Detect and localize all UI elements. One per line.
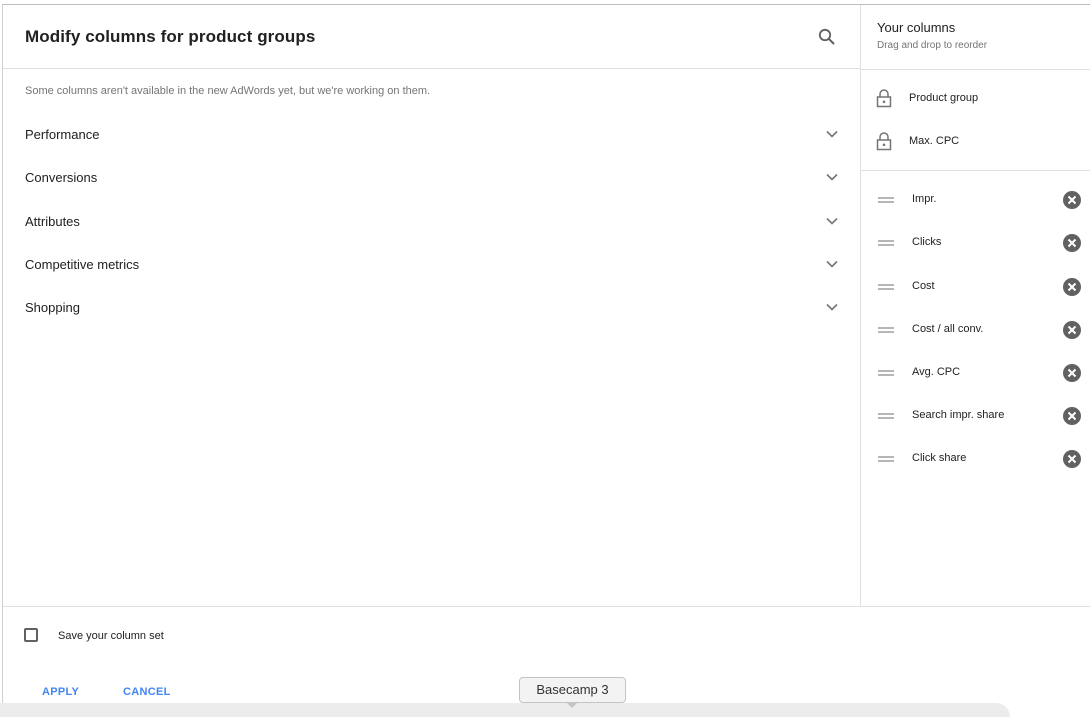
lock-icon bbox=[876, 89, 892, 108]
column-label: Clicks bbox=[912, 236, 942, 248]
divider bbox=[861, 69, 1090, 70]
category-competitive-metrics[interactable]: Competitive metrics bbox=[25, 254, 840, 278]
your-columns-panel: Your columns Drag and drop to reorder Pr… bbox=[860, 5, 1090, 606]
category-label: Conversions bbox=[25, 170, 98, 185]
chevron-down-icon bbox=[826, 303, 838, 311]
modify-columns-dialog: Modify columns for product groups Some c… bbox=[2, 4, 1090, 717]
dock-bar bbox=[0, 703, 1010, 717]
chevron-down-icon bbox=[826, 260, 838, 268]
drag-handle-icon[interactable] bbox=[877, 452, 895, 466]
chevron-down-icon bbox=[826, 217, 838, 225]
apply-button[interactable]: APPLY bbox=[42, 686, 79, 698]
remove-circle-icon[interactable] bbox=[1062, 363, 1082, 383]
cancel-button[interactable]: CANCEL bbox=[123, 686, 171, 698]
dialog-header: Modify columns for product groups bbox=[3, 5, 860, 69]
category-shopping[interactable]: Shopping bbox=[25, 297, 840, 321]
remove-circle-icon[interactable] bbox=[1062, 190, 1082, 210]
your-columns-subtitle: Drag and drop to reorder bbox=[877, 40, 988, 51]
remove-circle-icon[interactable] bbox=[1062, 406, 1082, 426]
drag-handle-icon[interactable] bbox=[877, 236, 895, 250]
selected-column-cost-all-conv[interactable]: Cost / all conv. bbox=[877, 319, 1082, 341]
remove-circle-icon[interactable] bbox=[1062, 449, 1082, 469]
locked-column-max-cpc: Max. CPC bbox=[875, 131, 1075, 153]
tooltip-arrow bbox=[566, 702, 578, 708]
column-label: Max. CPC bbox=[909, 135, 960, 147]
footer-divider bbox=[3, 606, 1090, 607]
category-conversions[interactable]: Conversions bbox=[25, 167, 840, 191]
category-label: Shopping bbox=[25, 300, 80, 315]
drag-handle-icon[interactable] bbox=[877, 193, 895, 207]
remove-circle-icon[interactable] bbox=[1062, 233, 1082, 253]
selected-column-click-share[interactable]: Click share bbox=[877, 448, 1082, 470]
dialog-title: Modify columns for product groups bbox=[25, 27, 316, 46]
selected-column-cost[interactable]: Cost bbox=[877, 276, 1082, 298]
category-attributes[interactable]: Attributes bbox=[25, 211, 840, 235]
drag-handle-icon[interactable] bbox=[877, 323, 895, 337]
category-performance[interactable]: Performance bbox=[25, 124, 840, 148]
selected-column-search-impr-share[interactable]: Search impr. share bbox=[877, 405, 1082, 427]
drag-handle-icon[interactable] bbox=[877, 366, 895, 380]
selected-column-impr[interactable]: Impr. bbox=[877, 189, 1082, 211]
dock-tooltip: Basecamp 3 bbox=[519, 677, 626, 703]
column-label: Impr. bbox=[912, 193, 937, 205]
your-columns-title: Your columns bbox=[877, 20, 956, 35]
save-column-set-label[interactable]: Save your column set bbox=[58, 630, 164, 642]
category-label: Attributes bbox=[25, 214, 80, 229]
selected-column-clicks[interactable]: Clicks bbox=[877, 232, 1082, 254]
column-label: Search impr. share bbox=[912, 409, 1005, 421]
lock-icon bbox=[876, 132, 892, 151]
drag-handle-icon[interactable] bbox=[877, 280, 895, 294]
category-label: Performance bbox=[25, 127, 100, 142]
save-column-set-checkbox[interactable] bbox=[24, 628, 38, 642]
drag-handle-icon[interactable] bbox=[877, 409, 895, 423]
remove-circle-icon[interactable] bbox=[1062, 320, 1082, 340]
chevron-down-icon bbox=[826, 173, 838, 181]
column-label: Product group bbox=[909, 92, 979, 104]
column-label: Cost bbox=[912, 280, 935, 292]
chevron-down-icon bbox=[826, 130, 838, 138]
selected-column-avg-cpc[interactable]: Avg. CPC bbox=[877, 362, 1082, 384]
locked-column-product-group: Product group bbox=[875, 88, 1075, 110]
availability-notice: Some columns aren't available in the new… bbox=[25, 85, 431, 97]
column-label: Click share bbox=[912, 452, 967, 464]
column-label: Cost / all conv. bbox=[912, 323, 984, 335]
category-label: Competitive metrics bbox=[25, 257, 140, 272]
remove-circle-icon[interactable] bbox=[1062, 277, 1082, 297]
search-icon[interactable] bbox=[816, 26, 838, 48]
column-label: Avg. CPC bbox=[912, 366, 961, 378]
divider bbox=[861, 170, 1090, 171]
